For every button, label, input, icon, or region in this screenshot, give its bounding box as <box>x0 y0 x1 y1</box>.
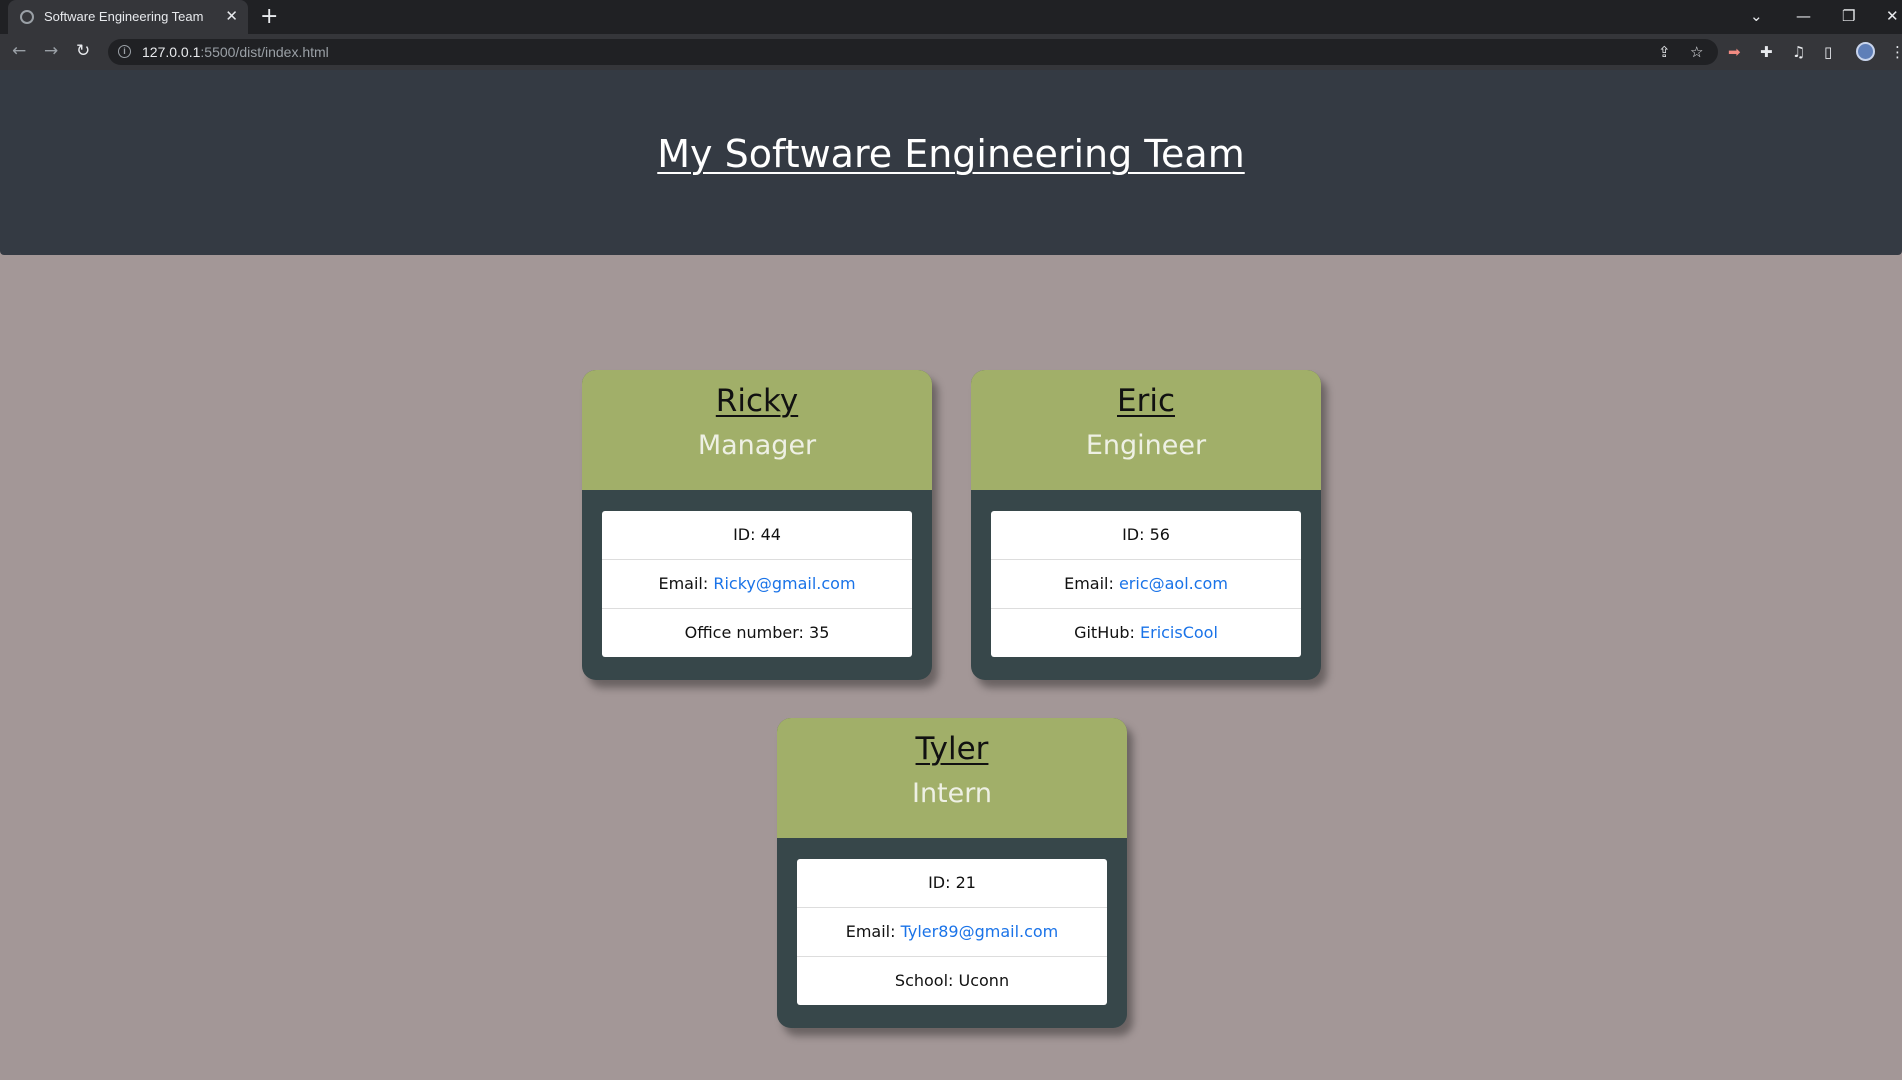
employee-name: Tyler <box>915 731 989 767</box>
new-tab-icon[interactable]: + <box>260 4 278 30</box>
employee-email-row: Email: Ricky@gmail.com <box>602 559 912 608</box>
employee-name: Eric <box>1117 383 1175 419</box>
employee-school: School: Uconn <box>797 956 1107 1005</box>
address-bar[interactable]: i 127.0.0.1:5500/dist/index.html ⇪ ☆ <box>108 39 1718 65</box>
browser-toolbar: ← → ↻ i 127.0.0.1:5500/dist/index.html ⇪… <box>0 34 1902 70</box>
page-header: My Software Engineering Team <box>0 70 1902 255</box>
bookmark-star-icon[interactable]: ☆ <box>1690 42 1703 62</box>
restore-icon[interactable]: ❐ <box>1842 6 1855 26</box>
extensions-puzzle-icon[interactable]: ✚ <box>1760 42 1773 62</box>
email-link[interactable]: Ricky@gmail.com <box>713 574 855 593</box>
share-icon[interactable]: ⇪ <box>1658 42 1671 62</box>
employee-id: ID: 21 <box>928 873 976 892</box>
side-panel-icon[interactable]: ▯ <box>1824 42 1832 62</box>
browser-tab-active[interactable]: Software Engineering Team ✕ <box>8 0 248 34</box>
card-header: Ricky Manager <box>582 370 932 490</box>
browser-menu-icon[interactable]: ⋮ <box>1890 42 1902 62</box>
employee-card-intern: Tyler Intern ID: 21 Email: Tyler89@gmail… <box>777 718 1127 1028</box>
tab-title: Software Engineering Team <box>44 9 204 24</box>
browser-tab-strip: Software Engineering Team ✕ + ⌄ — ❐ ✕ <box>0 0 1902 34</box>
employee-email-row: Email: Tyler89@gmail.com <box>797 907 1107 956</box>
employee-office-number: Office number: 35 <box>602 608 912 657</box>
card-header: Eric Engineer <box>971 370 1321 490</box>
url-host: 127.0.0.1 <box>142 44 201 60</box>
employee-role: Intern <box>911 778 992 809</box>
globe-icon <box>20 10 34 24</box>
employee-card-engineer: Eric Engineer ID: 56 Email: eric@aol.com… <box>971 370 1321 680</box>
window-close-icon[interactable]: ✕ <box>1886 6 1899 26</box>
email-label: Email: <box>658 574 714 593</box>
employee-github-row: GitHub: EricisCool <box>991 608 1301 657</box>
employee-id: ID: 44 <box>733 525 781 544</box>
employee-role: Engineer <box>1085 430 1207 461</box>
reload-icon[interactable]: ↻ <box>76 40 90 62</box>
employee-role: Manager <box>697 430 817 461</box>
forward-icon[interactable]: → <box>44 40 58 62</box>
employee-card-manager: Ricky Manager ID: 44 Email: Ricky@gmail.… <box>582 370 932 680</box>
profile-avatar-icon[interactable] <box>1856 42 1875 61</box>
email-label: Email: <box>845 922 901 941</box>
employee-info-list: ID: 56 Email: eric@aol.com GitHub: Erici… <box>991 511 1301 657</box>
tab-search-icon[interactable]: ⌄ <box>1750 6 1763 26</box>
url-path: :5500/dist/index.html <box>200 44 329 60</box>
employee-info-list: ID: 21 Email: Tyler89@gmail.com School: … <box>797 859 1107 1005</box>
page-title: My Software Engineering Team <box>657 132 1245 176</box>
back-icon[interactable]: ← <box>12 40 26 62</box>
email-link[interactable]: Tyler89@gmail.com <box>901 922 1059 941</box>
media-control-icon[interactable]: ♫ <box>1792 42 1805 62</box>
email-label: Email: <box>1064 574 1119 593</box>
card-header: Tyler Intern <box>777 718 1127 838</box>
github-label: GitHub: <box>1074 623 1140 642</box>
minimize-icon[interactable]: — <box>1796 6 1811 26</box>
email-link[interactable]: eric@aol.com <box>1119 574 1228 593</box>
url-text[interactable]: 127.0.0.1:5500/dist/index.html <box>142 44 329 60</box>
employee-id: ID: 56 <box>1122 525 1170 544</box>
employee-name: Ricky <box>715 383 799 419</box>
info-icon[interactable]: i <box>118 45 131 58</box>
employee-email-row: Email: eric@aol.com <box>991 559 1301 608</box>
extension-record-icon[interactable]: ➡ <box>1728 42 1741 62</box>
github-link[interactable]: EricisCool <box>1140 623 1218 642</box>
tab-close-icon[interactable]: ✕ <box>225 7 238 25</box>
employee-info-list: ID: 44 Email: Ricky@gmail.com Office num… <box>602 511 912 657</box>
